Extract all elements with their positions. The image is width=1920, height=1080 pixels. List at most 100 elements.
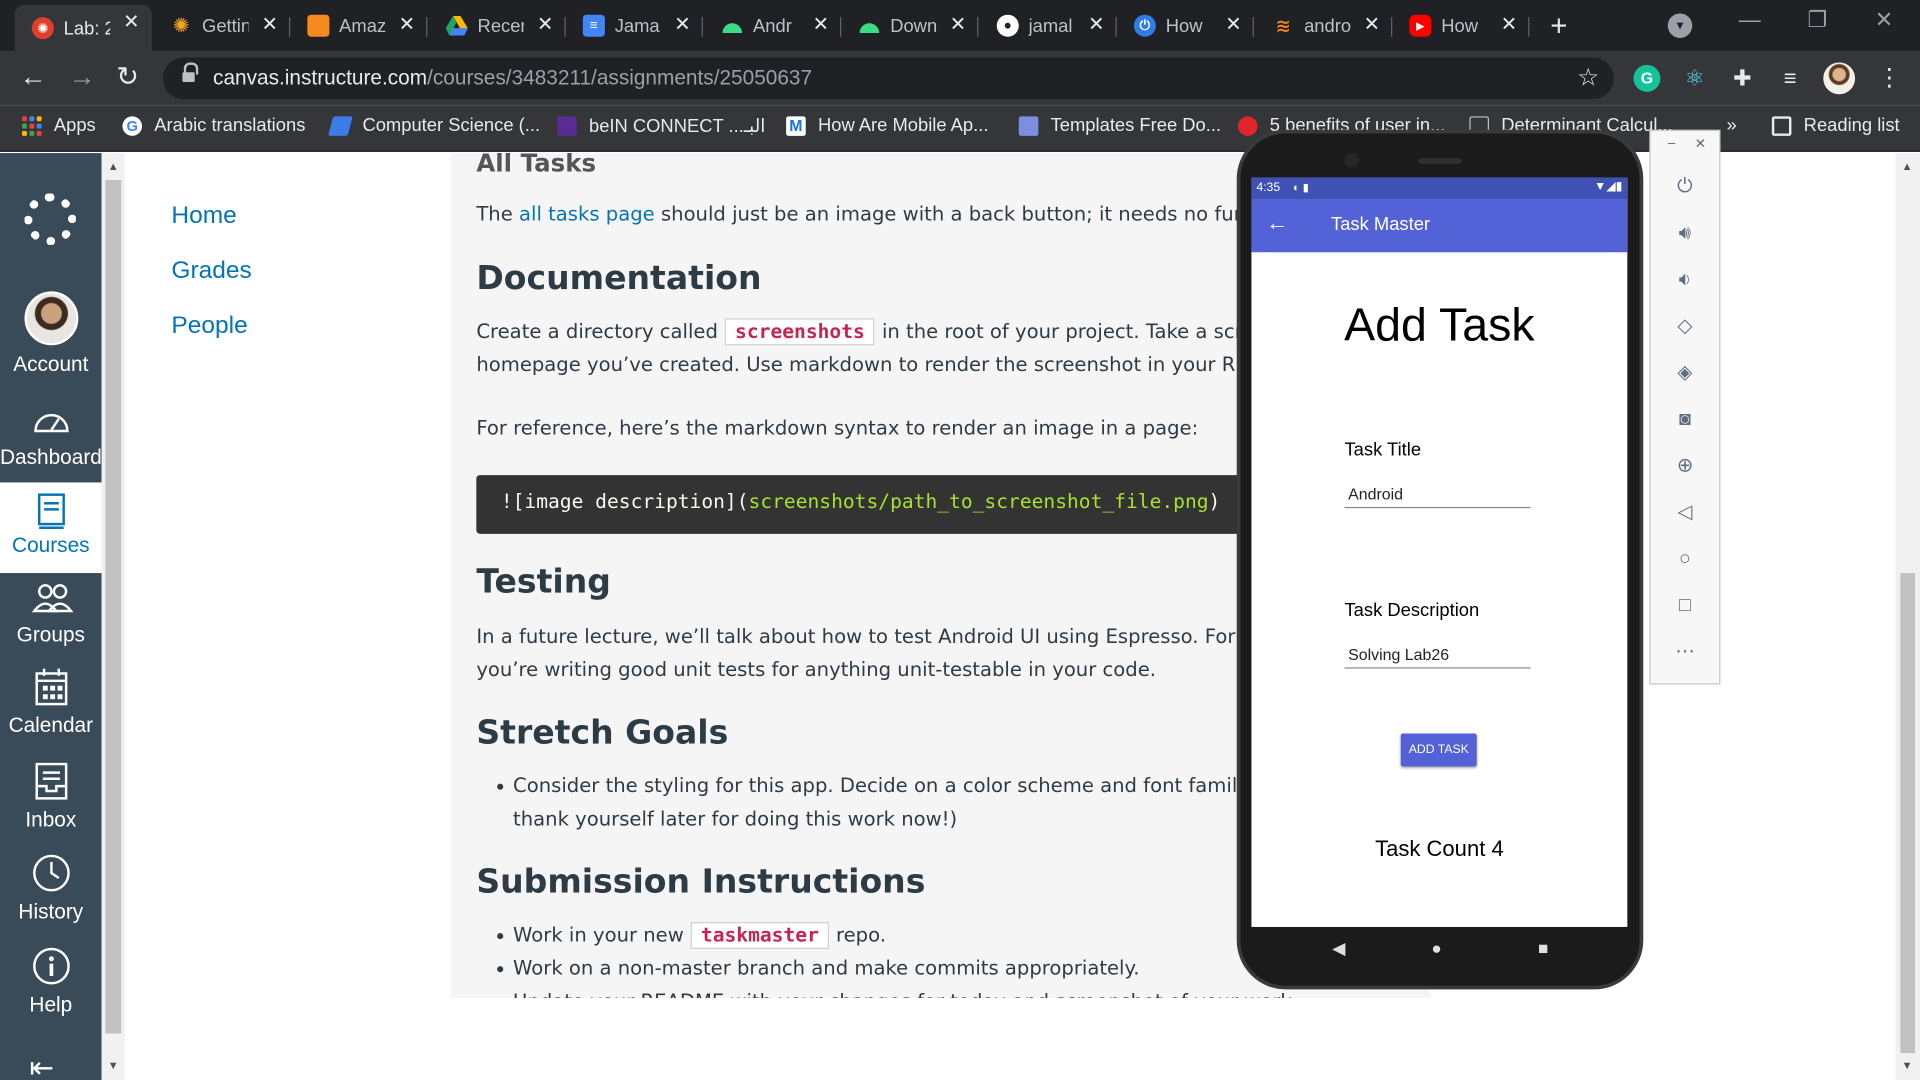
grammarly-icon[interactable]: G — [1633, 64, 1661, 92]
close-tab-icon[interactable]: ✕ — [262, 12, 278, 36]
tab-lab[interactable]: ✺ Lab: 2 ✕ — [14, 4, 152, 52]
left-scrollbar[interactable]: ▲ ▼ — [101, 153, 125, 1080]
close-window-icon[interactable]: ✕ — [1875, 7, 1893, 33]
nav-calendar[interactable]: Calendar — [0, 667, 102, 738]
media-control-icon[interactable]: ≡ — [1777, 65, 1804, 92]
extensions-icon[interactable]: ✚ — [1729, 65, 1756, 92]
close-tab-icon[interactable]: ✕ — [123, 10, 139, 34]
tab-android[interactable]: Andr ✕ — [704, 7, 842, 44]
url-text[interactable]: canvas.instructure.com/courses/3483211/a… — [213, 66, 812, 90]
nav-back-icon[interactable]: ◀ — [1332, 938, 1345, 959]
nav-groups[interactable]: Groups — [0, 582, 102, 648]
power-icon[interactable]: ⏻ — [1670, 173, 1699, 202]
camera-icon[interactable]: ◙ — [1670, 405, 1699, 434]
back-icon[interactable]: ◁ — [1670, 498, 1699, 527]
nav-courses[interactable]: Courses — [0, 482, 102, 574]
page-scrollbar[interactable]: ▲ ▼ — [1895, 153, 1920, 1080]
task-description-input[interactable]: Solving Lab26 — [1344, 642, 1531, 669]
course-nav-home[interactable]: Home — [171, 202, 236, 230]
menu-icon[interactable]: ⋮ — [1877, 62, 1901, 94]
collapse-nav-icon[interactable]: ⇤ — [29, 1051, 54, 1080]
bookmark-bein[interactable]: beIN CONNECT ...البـ — [557, 115, 765, 137]
course-nav-people[interactable]: People — [171, 312, 247, 340]
canvas-logo-icon[interactable] — [24, 193, 76, 245]
submission-bullet-1: Work in your new taskmaster repo. — [497, 918, 886, 951]
bookmark-apps[interactable]: Apps — [22, 115, 96, 136]
scroll-up-icon[interactable]: ▲ — [1902, 160, 1913, 172]
more-icon[interactable]: ⋯ — [1670, 638, 1699, 667]
tab-github[interactable]: ● jamal ✕ — [980, 7, 1117, 44]
documentation-heading: Documentation — [476, 259, 762, 298]
nav-dashboard[interactable]: Dashboard — [0, 404, 102, 470]
bookmark-templates[interactable]: Templates Free Do... — [1018, 115, 1221, 136]
close-tab-icon[interactable]: ✕ — [1225, 12, 1241, 36]
restore-icon[interactable]: ❐ — [1807, 7, 1827, 33]
tab-download[interactable]: Down ✕ — [841, 7, 979, 44]
forward-icon[interactable]: → — [69, 61, 96, 93]
home-icon[interactable]: ○ — [1670, 545, 1699, 574]
address-bar[interactable]: canvas.instructure.com/courses/3483211/a… — [162, 57, 1614, 100]
back-icon[interactable]: ← — [20, 61, 47, 93]
reading-list[interactable]: Reading list — [1771, 115, 1900, 136]
testing-line-1: In a future lecture, we’ll talk about ho… — [476, 624, 1362, 648]
all-tasks-paragraph: The all tasks page should just be an ima… — [476, 202, 1340, 226]
tab-amazon[interactable]: Amaz ✕ — [290, 7, 428, 44]
scroll-down-icon[interactable]: ▼ — [108, 1059, 119, 1071]
more-bookmarks[interactable]: » — [1727, 115, 1737, 136]
close-tab-icon[interactable]: ✕ — [399, 12, 415, 36]
tab-search-icon[interactable]: ▾ — [1667, 13, 1693, 38]
nav-home-icon[interactable]: ● — [1431, 938, 1441, 958]
bookmark-label: beIN CONNECT ...البـ — [588, 116, 766, 138]
submission-bullet-3: Update your README with your changes for… — [513, 984, 1298, 998]
task-title-input[interactable]: Android — [1344, 481, 1531, 509]
nav-help[interactable]: Help — [0, 947, 102, 1018]
tab-drive[interactable]: Recen ✕ — [429, 7, 566, 44]
close-tab-icon[interactable]: ✕ — [674, 12, 690, 36]
tab-docs[interactable]: ≡ Jama ✕ — [566, 7, 703, 44]
all-tasks-link[interactable]: all tasks page — [519, 202, 655, 225]
close-tab-icon[interactable]: ✕ — [950, 12, 966, 36]
close-icon[interactable]: ✕ — [1695, 136, 1706, 152]
bookmark-mobile[interactable]: M How Are Mobile Ap... — [786, 115, 988, 136]
scrollbar-thumb[interactable] — [1900, 573, 1916, 1054]
close-tab-icon[interactable]: ✕ — [1088, 12, 1104, 36]
add-task-button[interactable]: ADD TASK — [1400, 733, 1477, 767]
scroll-up-icon[interactable]: ▲ — [108, 160, 119, 172]
close-tab-icon[interactable]: ✕ — [1364, 12, 1380, 36]
overview-icon[interactable]: □ — [1670, 591, 1699, 620]
volume-up-icon[interactable]: 🔊︎ — [1670, 219, 1699, 248]
bookmark-arabic[interactable]: G Arabic translations — [122, 115, 305, 136]
rotate-right-icon[interactable]: ◈ — [1670, 359, 1699, 388]
course-nav-grades[interactable]: Grades — [171, 257, 251, 285]
rotate-left-icon[interactable]: ◇ — [1670, 312, 1699, 341]
camera-icon — [1344, 153, 1360, 168]
emulator-screen: 4:35 ◐ ▮ ▼◢▮ ← Task Master Add Task Task… — [1251, 177, 1628, 927]
templates-icon — [1018, 115, 1039, 136]
tab-title: Recen — [477, 15, 525, 37]
profile-avatar[interactable] — [1823, 62, 1856, 95]
tab-stackoverflow[interactable]: ≋ andro ✕ — [1255, 7, 1393, 44]
react-devtools-icon[interactable]: ⚛ — [1681, 65, 1708, 92]
back-arrow-icon[interactable]: ← — [1266, 211, 1288, 237]
zoom-icon[interactable]: ⊕ — [1670, 452, 1699, 481]
new-tab-icon[interactable]: + — [1550, 10, 1567, 44]
nav-account[interactable]: Account — [0, 291, 102, 377]
minimize-icon[interactable]: — — [1739, 7, 1761, 33]
stretch-bullet-1-cont: thank yourself later for doing this work… — [513, 806, 958, 831]
minimize-icon[interactable]: – — [1668, 136, 1676, 151]
tab-how-1[interactable]: ⏻ How ✕ — [1117, 7, 1254, 44]
bookmark-star-icon[interactable]: ☆ — [1577, 62, 1599, 93]
scroll-down-icon[interactable]: ▼ — [1902, 1059, 1913, 1071]
bookmark-cs[interactable]: Computer Science (... — [327, 115, 540, 136]
volume-down-icon[interactable]: 🔉︎ — [1670, 266, 1699, 295]
scrollbar-thumb[interactable] — [105, 180, 122, 1034]
nav-history[interactable]: History — [0, 853, 102, 924]
tab-youtube[interactable]: ▶ How ✕ — [1392, 7, 1530, 44]
nav-recents-icon[interactable]: ■ — [1538, 938, 1548, 958]
reload-icon[interactable]: ↻ — [116, 61, 139, 93]
close-tab-icon[interactable]: ✕ — [813, 12, 829, 36]
nav-inbox[interactable]: Inbox — [0, 762, 102, 833]
close-tab-icon[interactable]: ✕ — [1501, 12, 1517, 36]
tab-getting[interactable]: ✺ Gettin ✕ — [153, 7, 291, 44]
close-tab-icon[interactable]: ✕ — [537, 12, 553, 36]
